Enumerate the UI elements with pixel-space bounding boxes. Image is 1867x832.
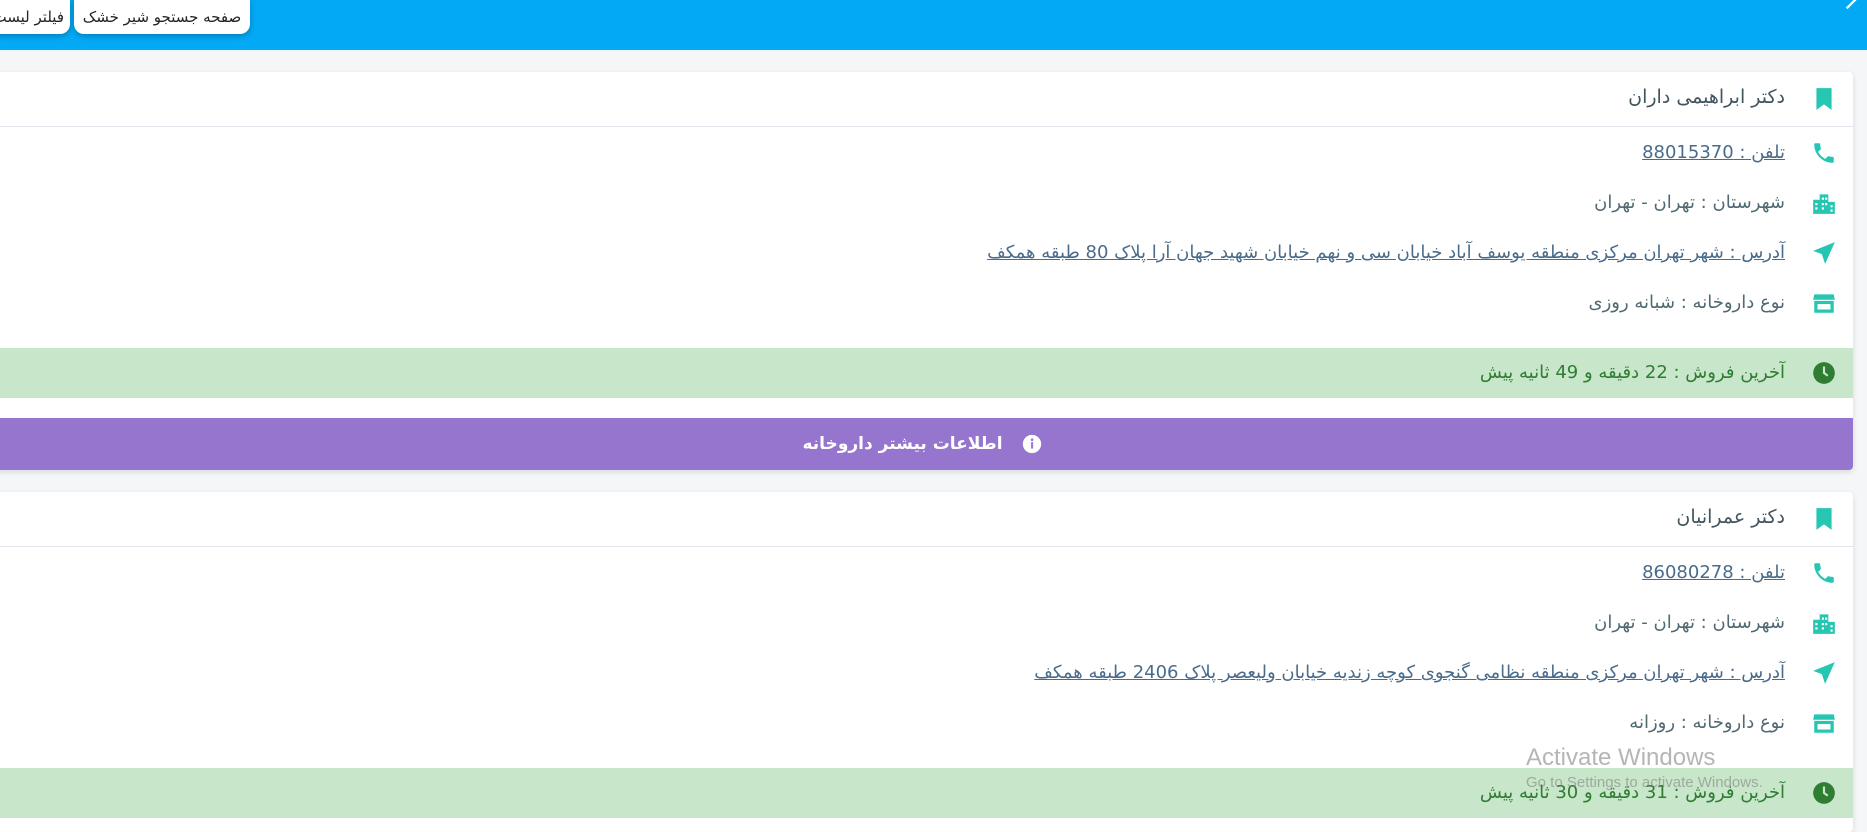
pharmacy-county: شهرستان : تهران - تهران (1594, 612, 1785, 633)
store-icon (1813, 294, 1835, 313)
bookmark-icon (1816, 88, 1832, 110)
pharmacy-type: نوع داروخانه : روزانه (1629, 712, 1785, 733)
last-sale-text: آخرین فروش : 31 دقیقه و 30 ثانیه پیش (1479, 782, 1785, 803)
pharmacy-name: دکتر ابراهیمی داران (1628, 86, 1785, 108)
pharmacy-phone-link[interactable]: تلفن : 88015370 (1642, 128, 1785, 178)
phone-row: تلفن : 86080278 (0, 548, 1853, 598)
pharmacy-type: نوع داروخانه : شبانه روزی (1588, 292, 1786, 313)
pharmacy-title-row: دکتر ابراهیمی داران (0, 72, 1853, 127)
pharmacy-county: شهرستان : تهران - تهران (1594, 192, 1785, 213)
formula-search-page-button[interactable]: صفحه جستجو شیر خشک (74, 0, 250, 34)
send-icon (1813, 662, 1835, 684)
phone-icon (1814, 563, 1834, 583)
top-bar: فیلتر لیست صفحه جستجو شیر خشک (0, 0, 1867, 50)
last-sale-row: آخرین فروش : 22 دقیقه و 49 ثانیه پیش (0, 348, 1853, 398)
filter-list-label: فیلتر لیست (0, 8, 64, 26)
bookmark-icon (1816, 508, 1832, 530)
formula-search-page-label: صفحه جستجو شیر خشک (82, 8, 242, 26)
send-icon (1813, 242, 1835, 264)
filter-list-button[interactable]: فیلتر لیست (0, 0, 70, 34)
pharmacy-card: دکتر ابراهیمی داران تلفن : 88015370 شهرس… (0, 72, 1853, 470)
pharmacy-address-link[interactable]: آدرس : شهر تهران مرکزی منطقه نظامی گنجوی… (1034, 648, 1785, 698)
phone-row: تلفن : 88015370 (0, 128, 1853, 178)
pharmacy-title-row: دکتر عمرانیان (0, 492, 1853, 547)
phone-icon (1814, 143, 1834, 163)
expand-icon[interactable] (1843, 0, 1865, 12)
address-row: آدرس : شهر تهران مرکزی منطقه یوسف آباد خ… (0, 228, 1853, 278)
pharmacy-address-link[interactable]: آدرس : شهر تهران مرکزی منطقه یوسف آباد خ… (987, 228, 1785, 278)
city-icon (1813, 614, 1835, 634)
county-row: شهرستان : تهران - تهران (0, 598, 1853, 648)
clock-icon (1813, 782, 1835, 804)
address-row: آدرس : شهر تهران مرکزی منطقه نظامی گنجوی… (0, 648, 1853, 698)
more-info-label: اطلاعات بیشتر داروخانه (802, 434, 1003, 454)
last-sale-row: آخرین فروش : 31 دقیقه و 30 ثانیه پیش (0, 768, 1853, 818)
pharmacy-card: دکتر عمرانیان تلفن : 86080278 شهرستان : … (0, 492, 1853, 832)
last-sale-text: آخرین فروش : 22 دقیقه و 49 ثانیه پیش (1479, 362, 1785, 383)
type-row: نوع داروخانه : شبانه روزی (0, 278, 1853, 328)
more-info-button[interactable]: اطلاعات بیشتر داروخانه (0, 418, 1853, 470)
city-icon (1813, 194, 1835, 214)
clock-icon (1813, 362, 1835, 384)
store-icon (1813, 714, 1835, 733)
pharmacy-name: دکتر عمرانیان (1676, 506, 1785, 528)
type-row: نوع داروخانه : روزانه (0, 698, 1853, 748)
info-icon (1022, 434, 1041, 454)
county-row: شهرستان : تهران - تهران (0, 178, 1853, 228)
pharmacy-phone-link[interactable]: تلفن : 86080278 (1642, 548, 1785, 598)
